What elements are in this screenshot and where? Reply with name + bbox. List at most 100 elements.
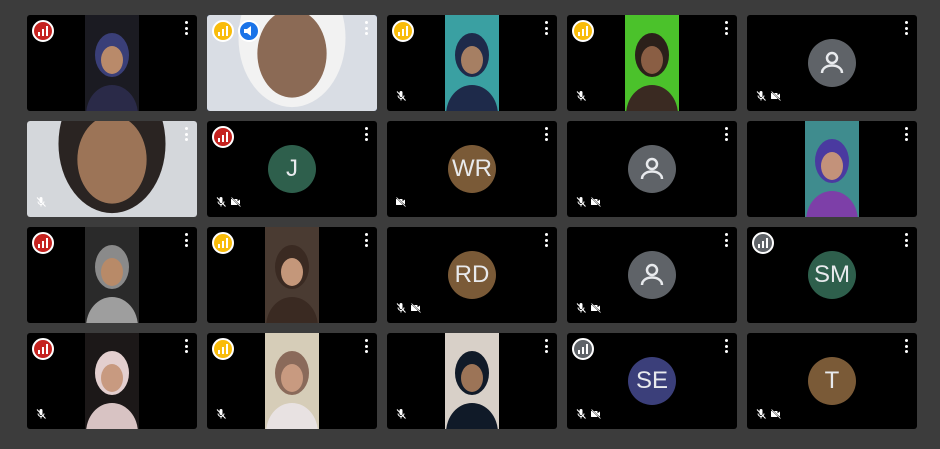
more-options-icon[interactable] — [901, 233, 911, 247]
participant-initials-avatar: T — [808, 357, 856, 405]
participant-video — [445, 333, 499, 429]
media-status — [755, 89, 782, 107]
participant-tile[interactable]: WR — [387, 121, 557, 217]
signal-strength-icon — [572, 338, 594, 360]
participant-tile[interactable] — [207, 227, 377, 323]
media-status — [215, 407, 227, 425]
more-options-icon[interactable] — [541, 339, 551, 353]
mic-off-icon — [395, 301, 407, 319]
camera-off-icon — [410, 301, 422, 319]
more-options-icon[interactable] — [181, 339, 191, 353]
camera-off-icon — [590, 195, 602, 213]
participant-tile[interactable]: SE — [567, 333, 737, 429]
more-options-icon[interactable] — [541, 21, 551, 35]
participant-tile[interactable] — [27, 333, 197, 429]
media-status — [575, 195, 602, 213]
participant-initials-avatar: SM — [808, 251, 856, 299]
more-options-icon[interactable] — [541, 127, 551, 141]
default-avatar-icon — [628, 145, 676, 193]
media-status — [35, 195, 47, 213]
participant-initials-avatar: SE — [628, 357, 676, 405]
participant-tile[interactable] — [387, 15, 557, 111]
more-options-icon[interactable] — [181, 21, 191, 35]
signal-strength-icon — [212, 126, 234, 148]
participant-tile[interactable] — [27, 227, 197, 323]
default-avatar-icon — [628, 251, 676, 299]
participant-tile[interactable] — [567, 15, 737, 111]
mic-off-icon — [215, 195, 227, 213]
more-options-icon[interactable] — [181, 233, 191, 247]
more-options-icon[interactable] — [181, 127, 191, 141]
participant-video — [85, 333, 139, 429]
participant-video — [27, 121, 197, 217]
mic-off-icon — [35, 407, 47, 425]
media-status — [395, 195, 407, 213]
signal-strength-icon — [212, 338, 234, 360]
more-options-icon[interactable] — [361, 233, 371, 247]
signal-strength-icon — [32, 338, 54, 360]
participant-tile[interactable] — [27, 15, 197, 111]
participant-tile[interactable]: RD — [387, 227, 557, 323]
participant-tile[interactable] — [387, 333, 557, 429]
participant-tile[interactable] — [207, 15, 377, 111]
default-avatar-icon — [808, 39, 856, 87]
mic-off-icon — [395, 89, 407, 107]
participant-tile[interactable] — [747, 121, 917, 217]
more-options-icon[interactable] — [721, 339, 731, 353]
participant-tile[interactable]: T — [747, 333, 917, 429]
participant-video — [805, 121, 859, 217]
media-status — [215, 195, 242, 213]
camera-off-icon — [770, 89, 782, 107]
participant-initials-avatar: RD — [448, 251, 496, 299]
participant-video — [445, 15, 499, 111]
participant-video — [265, 227, 319, 323]
presenting-icon — [238, 20, 260, 42]
participant-tile[interactable] — [27, 121, 197, 217]
mic-off-icon — [35, 195, 47, 213]
more-options-icon[interactable] — [361, 21, 371, 35]
media-status — [395, 407, 407, 425]
more-options-icon[interactable] — [721, 127, 731, 141]
participant-tile[interactable] — [567, 121, 737, 217]
participant-tile[interactable]: J — [207, 121, 377, 217]
media-status — [575, 301, 602, 319]
participant-tile[interactable] — [567, 227, 737, 323]
signal-strength-icon — [212, 232, 234, 254]
camera-off-icon — [590, 407, 602, 425]
media-status — [755, 407, 782, 425]
participant-tile[interactable]: SM — [747, 227, 917, 323]
more-options-icon[interactable] — [901, 21, 911, 35]
camera-off-icon — [230, 195, 242, 213]
more-options-icon[interactable] — [721, 21, 731, 35]
mic-off-icon — [755, 89, 767, 107]
signal-strength-icon — [32, 20, 54, 42]
more-options-icon[interactable] — [721, 233, 731, 247]
more-options-icon[interactable] — [361, 127, 371, 141]
mic-off-icon — [575, 195, 587, 213]
participant-tile[interactable] — [747, 15, 917, 111]
media-status — [575, 407, 602, 425]
media-status — [395, 301, 422, 319]
participant-tile[interactable] — [207, 333, 377, 429]
participant-video — [265, 333, 319, 429]
participant-initials-avatar: J — [268, 145, 316, 193]
more-options-icon[interactable] — [361, 339, 371, 353]
participant-initials-avatar: WR — [448, 145, 496, 193]
more-options-icon[interactable] — [901, 339, 911, 353]
signal-strength-icon — [32, 232, 54, 254]
mic-off-icon — [575, 89, 587, 107]
media-status — [395, 89, 407, 107]
signal-strength-icon — [572, 20, 594, 42]
participant-video — [625, 15, 679, 111]
signal-strength-icon — [392, 20, 414, 42]
signal-strength-icon — [212, 20, 234, 42]
media-status — [575, 89, 587, 107]
more-options-icon[interactable] — [901, 127, 911, 141]
camera-off-icon — [590, 301, 602, 319]
mic-off-icon — [575, 301, 587, 319]
mic-off-icon — [575, 407, 587, 425]
participant-video — [85, 227, 139, 323]
mic-off-icon — [755, 407, 767, 425]
signal-strength-icon — [752, 232, 774, 254]
more-options-icon[interactable] — [541, 233, 551, 247]
